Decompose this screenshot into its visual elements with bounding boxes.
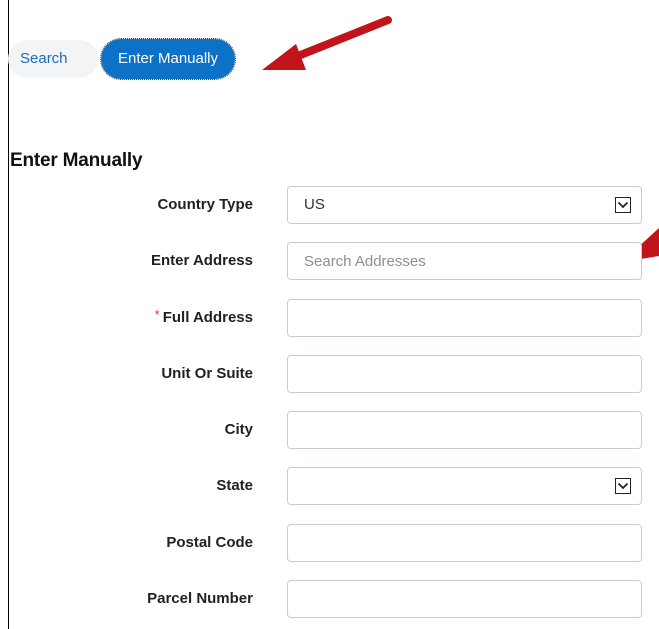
enter-address-label: Enter Address [151, 252, 253, 269]
required-marker: * [154, 307, 160, 322]
country-type-select[interactable]: US [287, 186, 642, 224]
unit-or-suite-label: Unit Or Suite [161, 365, 253, 382]
row-country-type: Country Type US [0, 186, 659, 224]
full-address-label: * Full Address [155, 299, 253, 337]
row-unit-or-suite: Unit Or Suite [0, 355, 659, 393]
postal-code-input[interactable] [287, 524, 642, 562]
chevron-down-icon [615, 197, 631, 213]
state-label: State [216, 477, 253, 494]
row-enter-address: Enter Address [0, 242, 659, 280]
tab-enter-manually[interactable]: Enter Manually [100, 38, 236, 80]
row-parcel-number: Parcel Number [0, 580, 659, 618]
country-type-label: Country Type [157, 196, 253, 213]
annotation-arrow-icon [262, 16, 392, 70]
row-city: City [0, 411, 659, 449]
tab-search[interactable]: Search [8, 40, 98, 78]
country-type-value: US [304, 196, 325, 213]
row-state: State [0, 467, 659, 505]
chevron-down-icon [615, 478, 631, 494]
parcel-number-input[interactable] [287, 580, 642, 618]
city-input[interactable] [287, 411, 642, 449]
unit-or-suite-input[interactable] [287, 355, 642, 393]
full-address-input[interactable] [287, 299, 642, 337]
address-search-input[interactable] [287, 242, 642, 280]
section-title: Enter Manually [10, 150, 143, 171]
state-select[interactable] [287, 467, 642, 505]
parcel-number-label: Parcel Number [147, 590, 253, 607]
city-label: City [224, 421, 253, 438]
row-full-address: * Full Address [0, 299, 659, 337]
full-address-label-text: Full Address [162, 309, 253, 326]
row-postal-code: Postal Code [0, 524, 659, 562]
postal-code-label: Postal Code [166, 534, 253, 551]
